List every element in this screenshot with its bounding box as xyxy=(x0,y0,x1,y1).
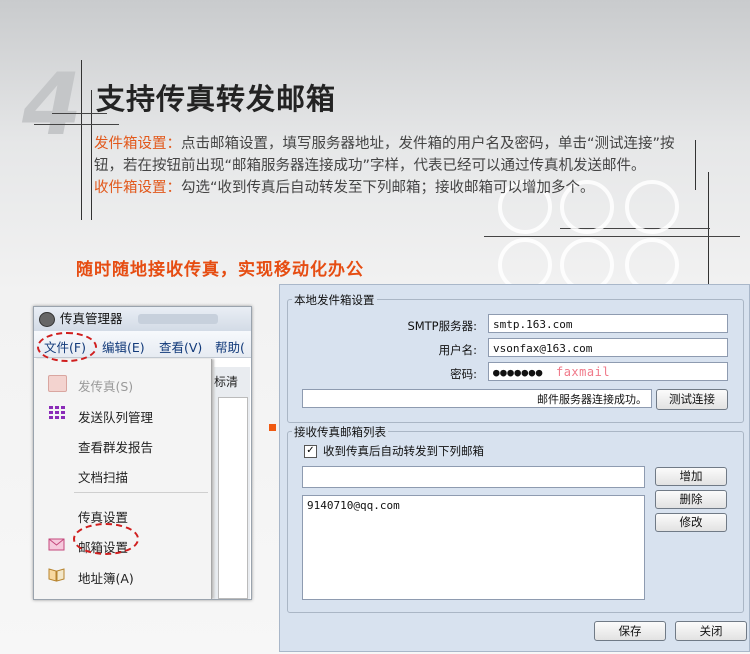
inbox-text: 勾选“收到传真后自动转发至下列邮箱；接收邮箱可以增加多个。 xyxy=(181,180,595,196)
decor-vertical-line xyxy=(81,60,82,220)
edit-button[interactable]: 修改 xyxy=(655,513,727,532)
address-book-icon xyxy=(48,567,65,582)
section-marker xyxy=(269,424,276,431)
forward-checkbox-label: 收到传真后自动转发到下列邮箱 xyxy=(323,444,484,458)
highlight-ring-mail-settings xyxy=(73,523,139,555)
menu-help[interactable]: 帮助( xyxy=(215,337,245,356)
section-title: 支持传真转发邮箱 xyxy=(96,82,337,116)
add-button[interactable]: 增加 xyxy=(655,467,727,486)
email-list-box[interactable]: 9140710@qq.com xyxy=(302,495,645,600)
outbox-label: 发件箱设置： xyxy=(94,136,181,152)
forward-checkbox[interactable]: ✓ xyxy=(304,445,317,458)
outbox-text: 点击邮箱设置，填写服务器地址，发件箱的用户名及密码，单击“测试连接”按钮，若在按… xyxy=(94,136,675,174)
menu-separator xyxy=(74,492,208,493)
new-email-input[interactable] xyxy=(302,466,645,488)
close-button[interactable]: 关闭 xyxy=(675,621,747,641)
menu-edit[interactable]: 编辑(E) xyxy=(102,337,145,356)
section-number: 4 xyxy=(22,55,82,155)
mail-settings-dialog: 本地发件箱设置 SMTP服务器: smtp.163.com 用户名: vsonf… xyxy=(279,284,750,652)
highlight-ring-file-menu xyxy=(37,332,97,362)
decor-horizontal-line xyxy=(484,236,740,237)
decor-horizontal-line xyxy=(34,124,119,125)
menu-item-send-fax[interactable]: 发传真(S) xyxy=(78,376,133,395)
connection-status: 邮件服务器连接成功。 xyxy=(537,393,647,406)
smtp-server-input[interactable]: smtp.163.com xyxy=(488,314,728,333)
envelope-icon xyxy=(48,537,65,552)
outbox-group-title: 本地发件箱设置 xyxy=(292,292,377,308)
smtp-label: SMTP服务器: xyxy=(407,319,477,333)
list-column xyxy=(218,397,248,599)
description-paragraph: 发件箱设置：点击邮箱设置，填写服务器地址，发件箱的用户名及密码，单击“测试连接”… xyxy=(94,133,694,199)
slogan: 随时随地接收传真，实现移动化办公 xyxy=(76,260,364,280)
list-item[interactable]: 9140710@qq.com xyxy=(307,498,644,514)
inbox-group-title: 接收传真邮箱列表 xyxy=(292,424,388,440)
password-dots: ●●●●●●● xyxy=(493,366,543,379)
decor-vertical-line xyxy=(695,140,696,190)
menu-item-group-report[interactable]: 查看群发报告 xyxy=(78,437,153,456)
delete-button[interactable]: 删除 xyxy=(655,490,727,509)
menu-view[interactable]: 查看(V) xyxy=(159,337,202,356)
status-field: 邮件服务器连接成功。 xyxy=(302,389,652,408)
username-input[interactable]: vsonfax@163.com xyxy=(488,338,728,357)
decor-vertical-line xyxy=(91,90,92,220)
window-titlebar: 传真管理器 xyxy=(34,307,251,331)
username-label: 用户名: xyxy=(438,343,477,357)
fax-app-icon xyxy=(39,312,55,327)
save-button[interactable]: 保存 xyxy=(594,621,666,641)
password-input[interactable]: ●●●●●●● faxmail xyxy=(488,362,728,381)
file-menu-dropdown: 发传真(S) 发送队列管理 查看群发报告 文档扫描 传真设置 邮箱设置 地址簿(… xyxy=(34,359,212,599)
menu-item-send-queue[interactable]: 发送队列管理 xyxy=(78,407,153,426)
background-list-pane: 标清 xyxy=(214,367,250,599)
menu-item-address-book[interactable]: 地址簿(A) xyxy=(78,568,134,587)
send-fax-icon xyxy=(48,375,67,392)
password-hint: faxmail xyxy=(555,365,611,379)
password-label: 密码: xyxy=(450,367,477,381)
queue-grid-icon xyxy=(48,405,65,420)
menu-item-doc-scan[interactable]: 文档扫描 xyxy=(78,467,128,486)
inbox-label: 收件箱设置： xyxy=(94,180,181,196)
column-header: 标清 xyxy=(214,375,239,389)
test-connection-button[interactable]: 测试连接 xyxy=(656,389,728,410)
window-title: 传真管理器 xyxy=(60,311,123,326)
titlebar-blur xyxy=(138,314,218,324)
